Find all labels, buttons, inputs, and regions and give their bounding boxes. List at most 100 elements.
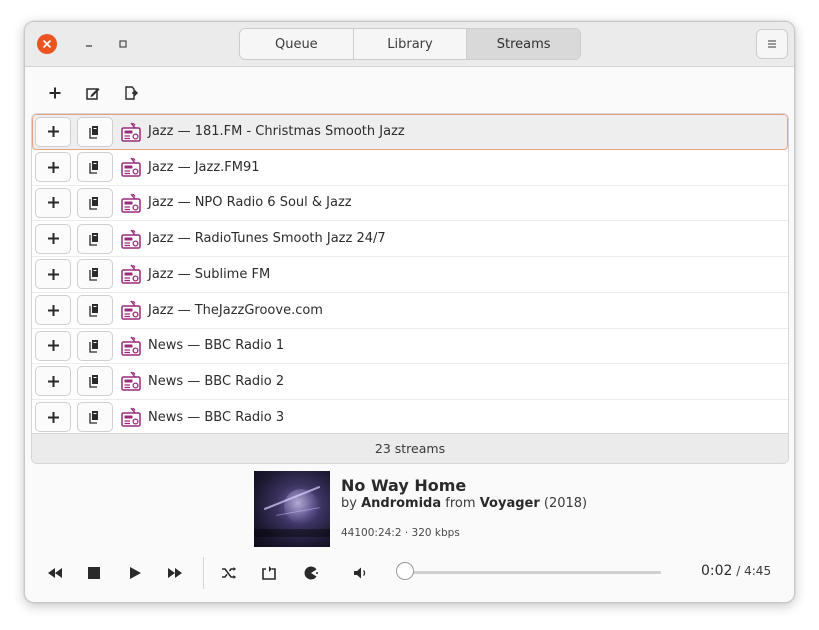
plus-icon — [47, 233, 59, 245]
stream-row[interactable]: Jazz — Jazz.FM91 — [32, 150, 788, 186]
copy-icon — [89, 125, 98, 139]
add-to-queue-button[interactable] — [35, 366, 71, 397]
radio-icon-wrap — [120, 299, 142, 321]
controls-separator — [203, 557, 204, 589]
radio-icon — [121, 264, 141, 285]
volume-button[interactable] — [347, 561, 375, 585]
tab-queue[interactable]: Queue — [240, 29, 354, 59]
copy-stream-button[interactable] — [77, 366, 113, 397]
radio-icon-wrap — [120, 156, 142, 178]
add-to-queue-button[interactable] — [35, 116, 71, 147]
consume-button[interactable] — [297, 561, 325, 585]
album-year: (2018) — [543, 496, 588, 511]
stream-row[interactable]: News — BBC Radio 3 — [32, 400, 788, 436]
stream-title: Jazz — 181.FM - Christmas Smooth Jazz — [148, 124, 405, 139]
copy-icon — [89, 339, 98, 353]
stream-count: 23 streams — [32, 433, 788, 463]
add-to-queue-button[interactable] — [35, 259, 71, 290]
plus-icon — [49, 87, 61, 99]
main-menu-button[interactable] — [756, 29, 788, 59]
copy-icon — [89, 232, 98, 246]
stream-row[interactable]: News — BBC Radio 1 — [32, 328, 788, 365]
seek-bar[interactable] — [403, 571, 661, 574]
stream-row[interactable]: News — BBC Radio 2 — [32, 364, 788, 400]
time-separator: / — [732, 564, 745, 578]
add-to-queue-button[interactable] — [35, 187, 71, 218]
copy-stream-button[interactable] — [77, 223, 113, 254]
add-to-queue-button[interactable] — [35, 295, 71, 325]
stream-row[interactable]: Jazz — Sublime FM — [32, 257, 788, 293]
audio-format: 44100:24:2 · 320 kbps — [341, 527, 460, 539]
copy-icon — [89, 161, 98, 174]
plus-icon — [47, 126, 59, 137]
from-label: from — [445, 496, 476, 511]
maximize-button[interactable] — [113, 34, 133, 54]
stream-title: Jazz — RadioTunes Smooth Jazz 24/7 — [148, 231, 386, 247]
copy-icon — [89, 375, 98, 389]
header-bar: Queue Library Streams — [25, 22, 794, 67]
add-stream-button[interactable] — [39, 78, 71, 108]
add-to-queue-button[interactable] — [35, 402, 71, 433]
stream-row[interactable]: Jazz — NPO Radio 6 Soul & Jazz — [32, 185, 788, 222]
time-duration: 4:45 — [744, 564, 772, 578]
add-to-queue-button[interactable] — [35, 152, 71, 183]
copy-icon — [89, 304, 98, 317]
stream-row[interactable]: Jazz — 181.FM - Christmas Smooth Jazz — [32, 114, 788, 150]
add-to-queue-button[interactable] — [35, 223, 71, 254]
shuffle-icon — [222, 567, 236, 579]
hamburger-icon — [768, 40, 776, 48]
radio-icon — [121, 229, 141, 249]
stream-title: Jazz — NPO Radio 6 Soul & Jazz — [148, 195, 352, 211]
copy-stream-button[interactable] — [77, 295, 113, 325]
shuffle-button[interactable] — [215, 561, 243, 585]
add-to-queue-button[interactable] — [35, 330, 71, 361]
radio-icon — [121, 193, 141, 213]
edit-icon — [86, 88, 100, 100]
close-icon — [43, 40, 51, 48]
by-label: by — [341, 496, 357, 511]
radio-icon — [121, 336, 141, 356]
copy-stream-button[interactable] — [77, 259, 113, 290]
stream-title: Jazz — Sublime FM — [148, 266, 271, 282]
remove-stream-button[interactable] — [115, 78, 147, 108]
volume-icon — [354, 567, 366, 579]
close-button[interactable] — [37, 34, 57, 54]
minimize-button[interactable] — [79, 34, 99, 54]
stream-title: News — BBC Radio 1 — [148, 338, 285, 354]
copy-icon — [89, 411, 98, 424]
copy-stream-button[interactable] — [77, 116, 113, 147]
repeat-button[interactable] — [255, 561, 283, 585]
stop-button[interactable] — [80, 561, 108, 585]
seek-handle[interactable] — [395, 562, 414, 580]
radio-icon-wrap — [120, 406, 142, 428]
export-icon — [125, 86, 138, 100]
fast-forward-icon — [168, 568, 182, 578]
copy-stream-button[interactable] — [77, 402, 113, 433]
album-cover — [254, 471, 330, 547]
copy-icon — [89, 268, 98, 281]
radio-icon — [121, 371, 141, 392]
tab-library[interactable]: Library — [354, 29, 468, 59]
view-switcher: Queue Library Streams — [239, 28, 581, 60]
play-button[interactable] — [121, 561, 149, 585]
plus-icon — [47, 304, 59, 316]
plus-icon — [47, 340, 59, 352]
edit-stream-button[interactable] — [77, 78, 109, 108]
stream-title: Jazz — Jazz.FM91 — [148, 159, 260, 175]
stop-icon — [88, 567, 100, 579]
tab-streams[interactable]: Streams — [467, 29, 580, 59]
copy-stream-button[interactable] — [77, 152, 113, 183]
time-display: 0:02 / 4:45 — [701, 563, 771, 579]
previous-button[interactable] — [41, 561, 69, 585]
rewind-icon — [48, 568, 62, 578]
repeat-icon — [262, 566, 276, 580]
stream-row[interactable]: Jazz — RadioTunes Smooth Jazz 24/7 — [32, 221, 788, 258]
stream-title: News — BBC Radio 3 — [148, 409, 285, 425]
stream-row[interactable]: Jazz — TheJazzGroove.com — [32, 293, 788, 329]
next-button[interactable] — [161, 561, 189, 585]
radio-icon — [121, 300, 141, 320]
copy-stream-button[interactable] — [77, 187, 113, 218]
radio-icon-wrap — [120, 263, 142, 285]
radio-icon-wrap — [120, 335, 142, 357]
copy-stream-button[interactable] — [77, 330, 113, 361]
